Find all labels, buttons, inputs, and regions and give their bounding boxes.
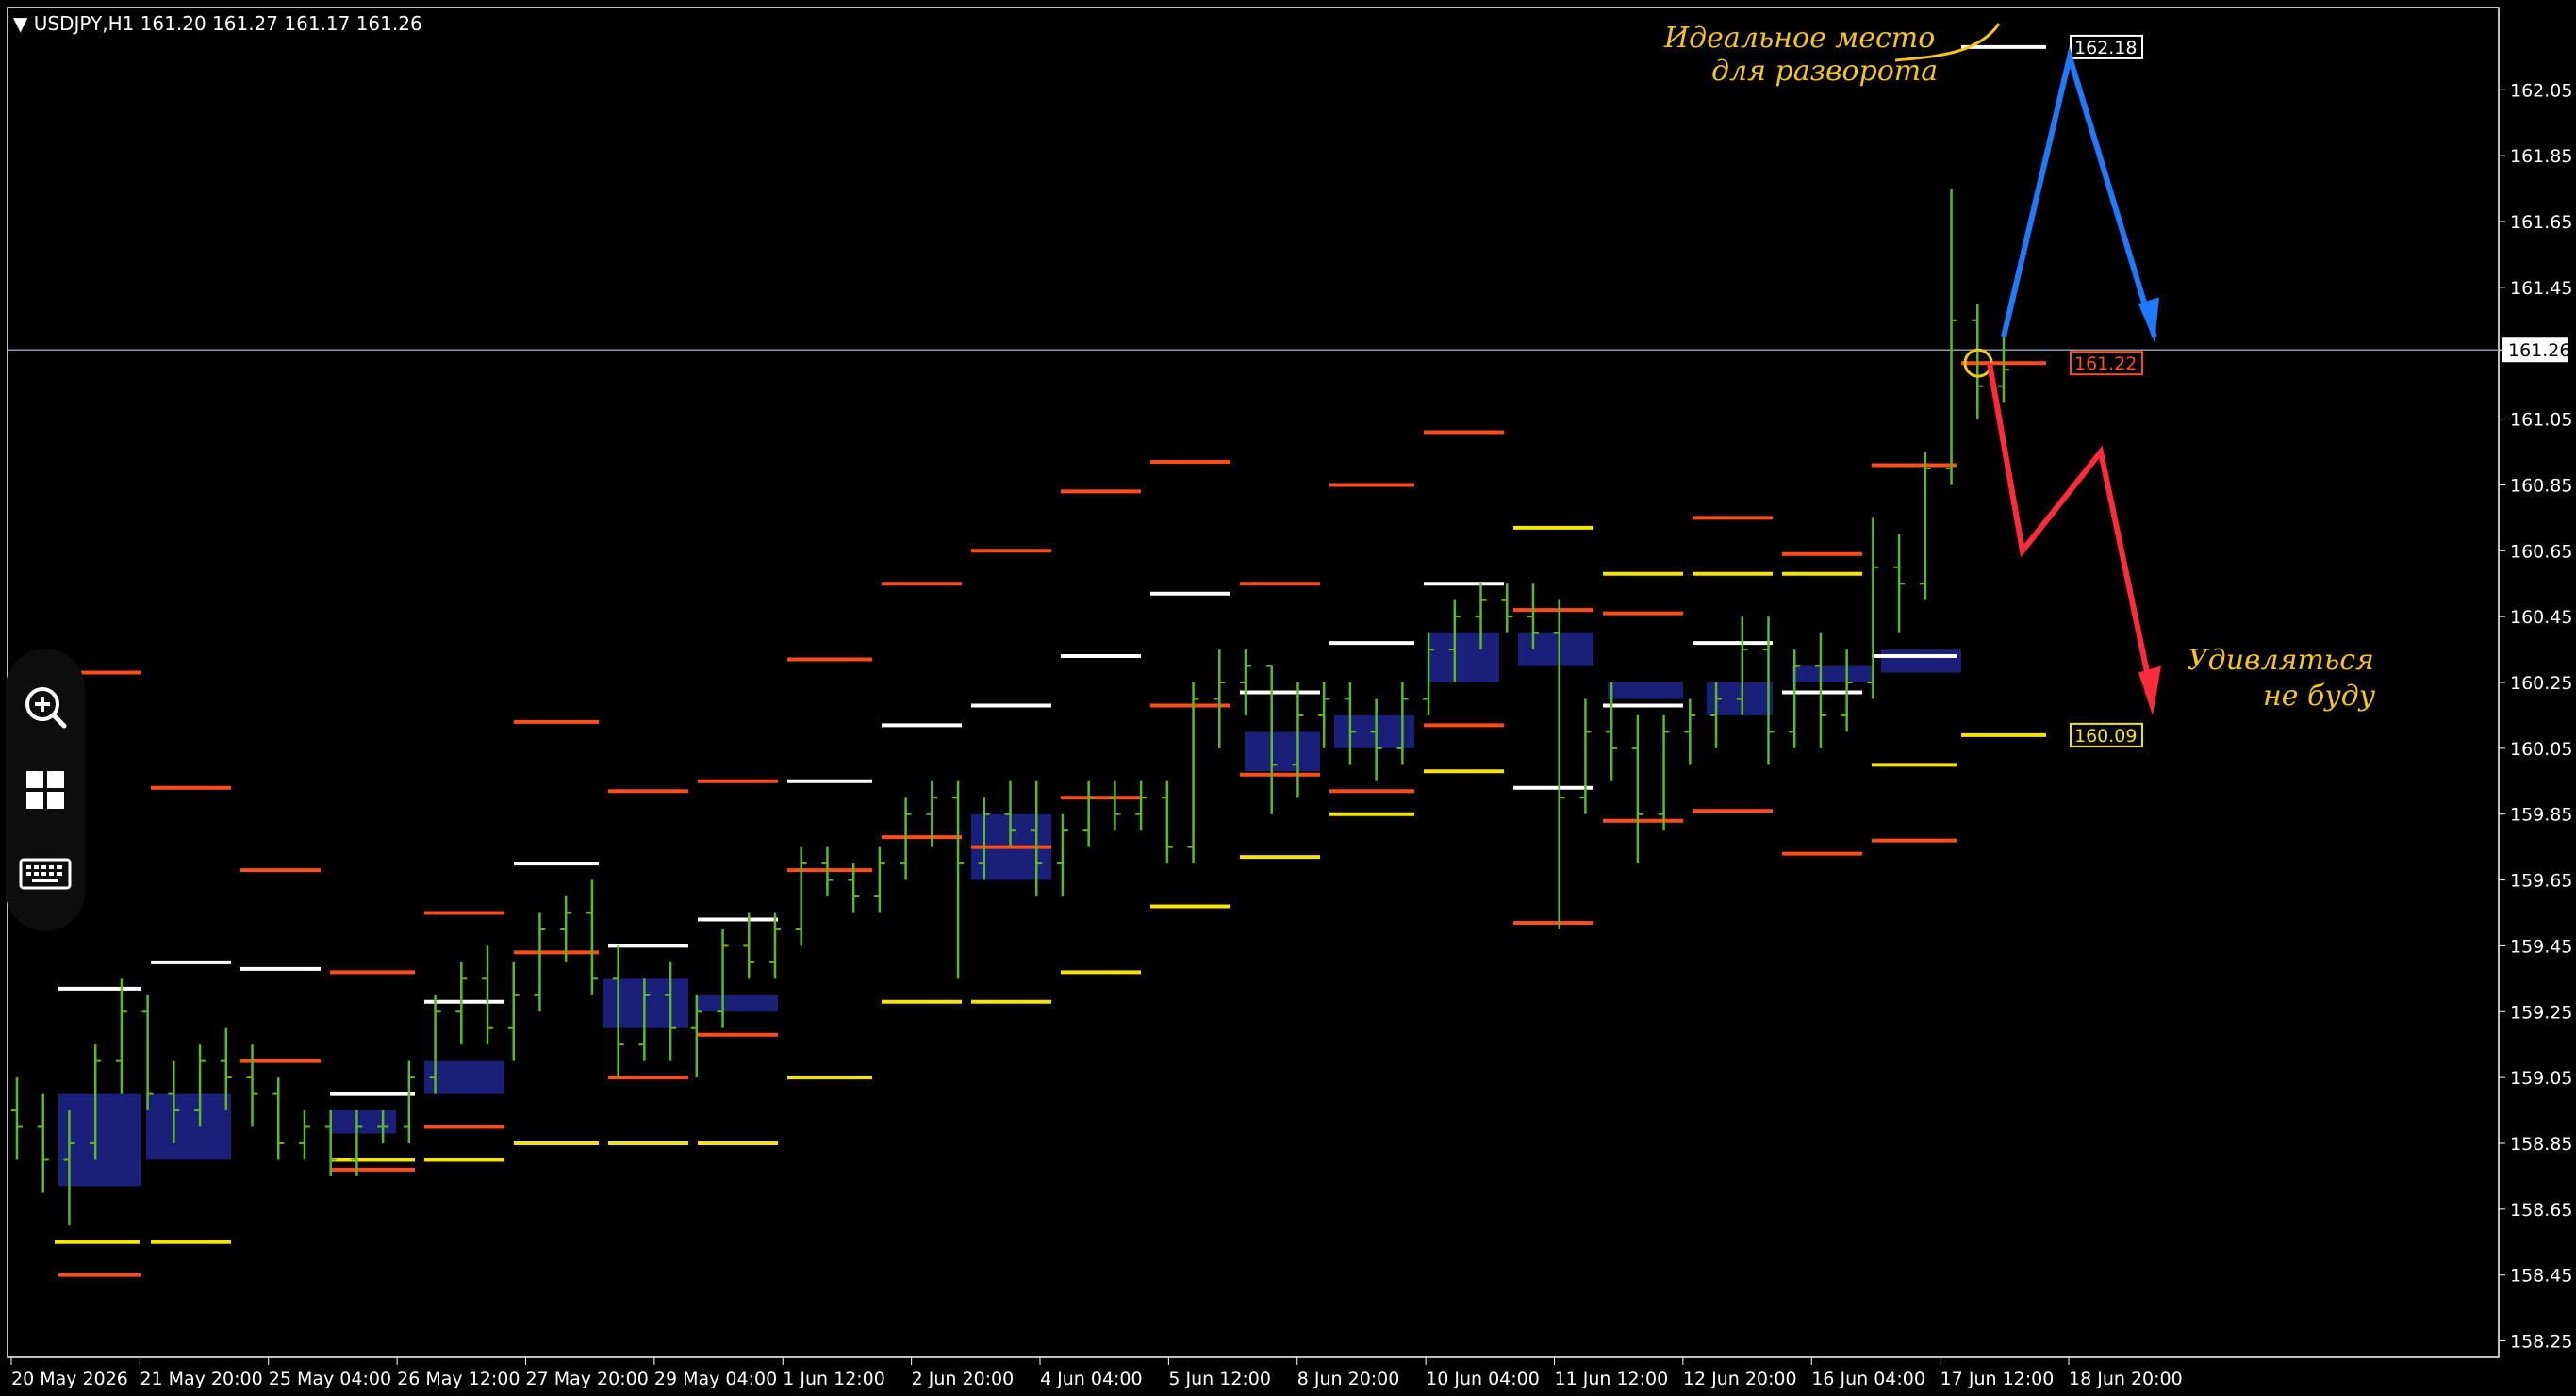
zoom-in-button[interactable]: [17, 679, 74, 735]
y-tick-label: 162.05: [2510, 80, 2572, 101]
y-tick-label: 161.26: [2508, 340, 2570, 361]
keyboard-icon: [19, 858, 72, 890]
zone-box: [1518, 632, 1593, 666]
top-annotation-line1: Идеальное место: [1663, 22, 1935, 55]
y-tick-label: 158.65: [2510, 1200, 2572, 1221]
keyboard-button[interactable]: [17, 845, 74, 901]
zone-box: [1608, 682, 1683, 699]
layout-button[interactable]: [17, 762, 74, 818]
zone-box: [330, 1110, 396, 1134]
zone-box: [1881, 649, 1961, 673]
zone-box: [58, 1093, 141, 1187]
x-tick-label: 4 Jun 04:00: [1040, 1369, 1143, 1389]
price-label: 160.09: [2074, 726, 2137, 747]
red-arrow-head: [2138, 665, 2161, 715]
y-tick-label: 158.25: [2510, 1332, 2572, 1353]
x-tick-label: 21 May 20:00: [140, 1369, 262, 1389]
zone-box: [1792, 665, 1872, 682]
x-tick-label: 20 May 2026: [11, 1369, 128, 1389]
y-tick-label: 158.85: [2510, 1134, 2572, 1155]
y-tick-label: 161.65: [2510, 212, 2572, 233]
x-tick-label: 5 Jun 12:00: [1168, 1369, 1271, 1389]
zone-box: [1428, 632, 1499, 682]
y-tick-label: 161.85: [2510, 146, 2572, 167]
y-tick-label: 159.25: [2510, 1002, 2572, 1023]
x-tick-label: 11 Jun 12:00: [1555, 1369, 1669, 1389]
y-tick-label: 160.65: [2510, 541, 2572, 562]
x-tick-label: 16 Jun 04:00: [1811, 1369, 1925, 1389]
price-chart[interactable]: ▼ USDJPY,H1 161.20 161.27 161.17 161.26 1…: [0, 0, 2576, 1396]
blue-scenario-path: [2001, 45, 2157, 338]
y-tick-label: 161.45: [2510, 278, 2572, 299]
price-label: 162.18: [2074, 38, 2137, 58]
x-tick-label: 8 Jun 20:00: [1297, 1369, 1400, 1389]
symbol-header: ▼ USDJPY,H1 161.20 161.27 161.17 161.26: [13, 12, 422, 35]
y-tick-label: 159.85: [2510, 805, 2572, 826]
plot-frame: [7, 7, 2500, 1358]
red-scenario-path: [1987, 362, 2155, 700]
y-tick-label: 159.45: [2510, 936, 2572, 957]
zoom-in-icon: [25, 687, 67, 729]
zone-box: [146, 1093, 231, 1160]
x-tick-label: 25 May 04:00: [269, 1369, 391, 1389]
x-tick-label: 18 Jun 20:00: [2069, 1369, 2183, 1389]
y-tick-label: 160.25: [2510, 673, 2572, 694]
y-tick-label: 160.05: [2510, 739, 2572, 760]
zone-box: [603, 978, 688, 1028]
bottom-annotation-line2: не буду: [2263, 680, 2376, 713]
y-tick-label: 160.85: [2510, 475, 2572, 496]
y-tick-label: 158.45: [2510, 1266, 2572, 1287]
x-tick-label: 10 Jun 04:00: [1426, 1369, 1540, 1389]
y-tick-label: 161.05: [2510, 410, 2572, 431]
price-label: 161.22: [2074, 353, 2137, 374]
x-tick-label: 12 Jun 20:00: [1683, 1369, 1797, 1389]
chart-root: ▼ USDJPY,H1 161.20 161.27 161.17 161.26 1…: [0, 0, 2576, 1396]
side-toolbar: [6, 649, 85, 931]
x-tick-label: 26 May 12:00: [397, 1369, 520, 1389]
y-tick-label: 160.45: [2510, 607, 2572, 628]
x-tick-label: 1 Jun 12:00: [783, 1369, 885, 1389]
y-tick-label: 159.05: [2510, 1068, 2572, 1089]
zone-box: [698, 994, 778, 1012]
grid-layout-icon: [26, 771, 64, 809]
bottom-annotation-line1: Удивляться: [2188, 644, 2374, 677]
x-tick-label: 27 May 20:00: [526, 1369, 649, 1389]
y-tick-label: 159.65: [2510, 871, 2572, 892]
x-tick-label: 17 Jun 12:00: [1940, 1369, 2055, 1389]
x-tick-label: 2 Jun 20:00: [912, 1369, 1015, 1389]
x-tick-label: 29 May 04:00: [654, 1369, 777, 1389]
zone-box: [1245, 731, 1320, 772]
